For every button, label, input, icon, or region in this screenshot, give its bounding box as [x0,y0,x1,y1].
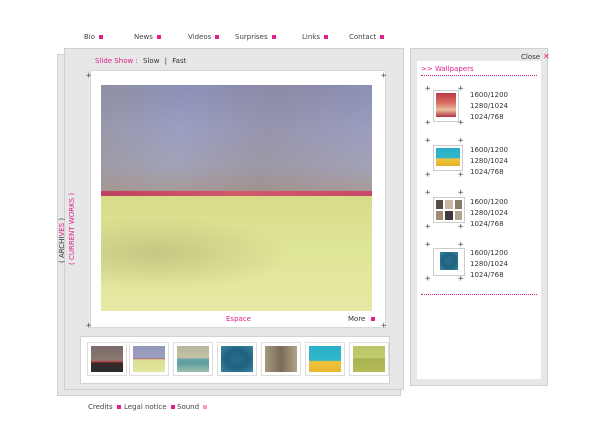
more-button[interactable]: More [348,315,376,323]
sound-bullet-icon [203,405,208,409]
legal-notice-link[interactable]: Legal notice [124,403,175,411]
corner-plus-icon: + [425,188,431,198]
archives-tab[interactable]: ( ARCHIVES ) [58,218,66,263]
corner-plus-icon: + [425,274,431,284]
corner-plus-icon: + [425,170,431,180]
top-nav: Bio News Videos Surprises Links Contact [84,33,385,45]
res-1280-link[interactable]: 1280/1024 [470,156,508,167]
res-1600-link[interactable]: 1600/1200 [470,197,508,208]
wallpaper-preview[interactable] [433,90,459,122]
thumbnail[interactable] [349,342,389,376]
corner-plus-icon: + [425,136,431,146]
artwork-title: Espace [226,315,251,323]
slideshow-fast-button[interactable]: Fast [172,57,186,65]
wallpaper-item: + + + + 1600/1200 1280/1024 1024/768 [417,85,535,131]
corner-plus-icon: + [425,84,431,94]
legal-label: Legal notice [124,403,167,411]
credits-label: Credits [88,403,113,411]
wallpaper-preview[interactable] [433,145,463,171]
nav-item-surprises[interactable]: Surprises [235,33,276,41]
resolution-list: 1600/1200 1280/1024 1024/768 [470,90,508,123]
res-1600-link[interactable]: 1600/1200 [470,145,508,156]
nav-bullet-icon [323,35,328,39]
res-1600-link[interactable]: 1600/1200 [470,90,508,101]
divider [421,75,537,76]
slideshow-label: Slide Show [95,57,134,65]
footer-bullet-icon [116,405,121,409]
corner-plus-icon: + [381,71,387,81]
wallpaper-item: + + + + 1600/1200 1280/1024 1024/768 [417,189,535,235]
resolution-list: 1600/1200 1280/1024 1024/768 [470,145,508,178]
res-1280-link[interactable]: 1280/1024 [470,208,508,219]
res-1280-link[interactable]: 1280/1024 [470,101,508,112]
nav-item-videos[interactable]: Videos [188,33,220,41]
nav-bullet-icon [380,35,385,39]
nav-label: Bio [84,33,96,41]
corner-plus-icon: + [458,170,464,180]
sound-label: Sound [177,403,200,411]
wallpaper-item: + + + + 1600/1200 1280/1024 1024/768 [417,241,535,287]
nav-label: News [134,33,153,41]
slideshow-divider: | [164,57,168,65]
corner-plus-icon: + [458,274,464,284]
nav-bullet-icon [215,35,220,39]
thumbnail-strip [80,336,390,384]
nav-item-contact[interactable]: Contact [349,33,385,41]
res-1024-link[interactable]: 1024/768 [470,270,508,281]
thumbnail[interactable] [217,342,257,376]
close-button[interactable]: Close ✕ [521,52,550,61]
wallpaper-item: + + + + 1600/1200 1280/1024 1024/768 [417,137,535,183]
nav-item-links[interactable]: Links [302,33,328,41]
artwork-image[interactable] [101,85,372,311]
thumbnail[interactable] [305,342,345,376]
nav-item-bio[interactable]: Bio [84,33,104,41]
thumbnail[interactable] [129,342,169,376]
more-label: More [348,315,366,323]
res-1024-link[interactable]: 1024/768 [470,112,508,123]
res-1600-link[interactable]: 1600/1200 [470,248,508,259]
resolution-list: 1600/1200 1280/1024 1024/768 [470,197,508,230]
side-tab: ( ARCHIVES ) ( CURRENT WORKS ) [58,185,88,265]
close-label: Close [521,52,541,61]
nav-label: Videos [188,33,212,41]
resolution-list: 1600/1200 1280/1024 1024/768 [470,248,508,281]
slideshow-separator: : [135,57,138,65]
sound-toggle[interactable]: Sound [177,403,208,411]
credits-link[interactable]: Credits [88,403,121,411]
res-1280-link[interactable]: 1280/1024 [470,259,508,270]
corner-plus-icon: + [86,321,92,331]
thumbnail[interactable] [87,342,127,376]
more-bullet-icon [371,317,376,321]
wallpaper-preview[interactable] [433,248,465,276]
corner-plus-icon: + [425,222,431,232]
slideshow-slow-button[interactable]: Slow [143,57,159,65]
corner-plus-icon: + [381,321,387,331]
nav-label: Surprises [235,33,268,41]
wallpapers-content: >> Wallpapers + + + + 1600/1200 1280/102… [417,61,541,379]
thumbnail[interactable] [261,342,301,376]
nav-bullet-icon [156,35,161,39]
corner-plus-icon: + [458,222,464,232]
current-works-tab[interactable]: ( CURRENT WORKS ) [68,193,76,265]
slideshow-controls: Slide Show : Slow | Fast [95,57,186,65]
nav-bullet-icon [271,35,276,39]
divider [421,294,537,295]
nav-bullet-icon [99,35,104,39]
footer-bullet-icon [170,405,175,409]
nav-label: Contact [349,33,377,41]
corner-plus-icon: + [425,118,431,128]
nav-item-news[interactable]: News [134,33,161,41]
close-icon: ✕ [543,52,550,61]
wallpaper-preview[interactable] [433,197,465,223]
wallpapers-title: >> Wallpapers [421,65,474,73]
corner-plus-icon: + [425,240,431,250]
res-1024-link[interactable]: 1024/768 [470,219,508,230]
corner-plus-icon: + [86,71,92,81]
res-1024-link[interactable]: 1024/768 [470,167,508,178]
wallpapers-panel: Close ✕ >> Wallpapers + + + + 1600/1200 … [410,48,550,386]
nav-label: Links [302,33,320,41]
thumbnail[interactable] [173,342,213,376]
